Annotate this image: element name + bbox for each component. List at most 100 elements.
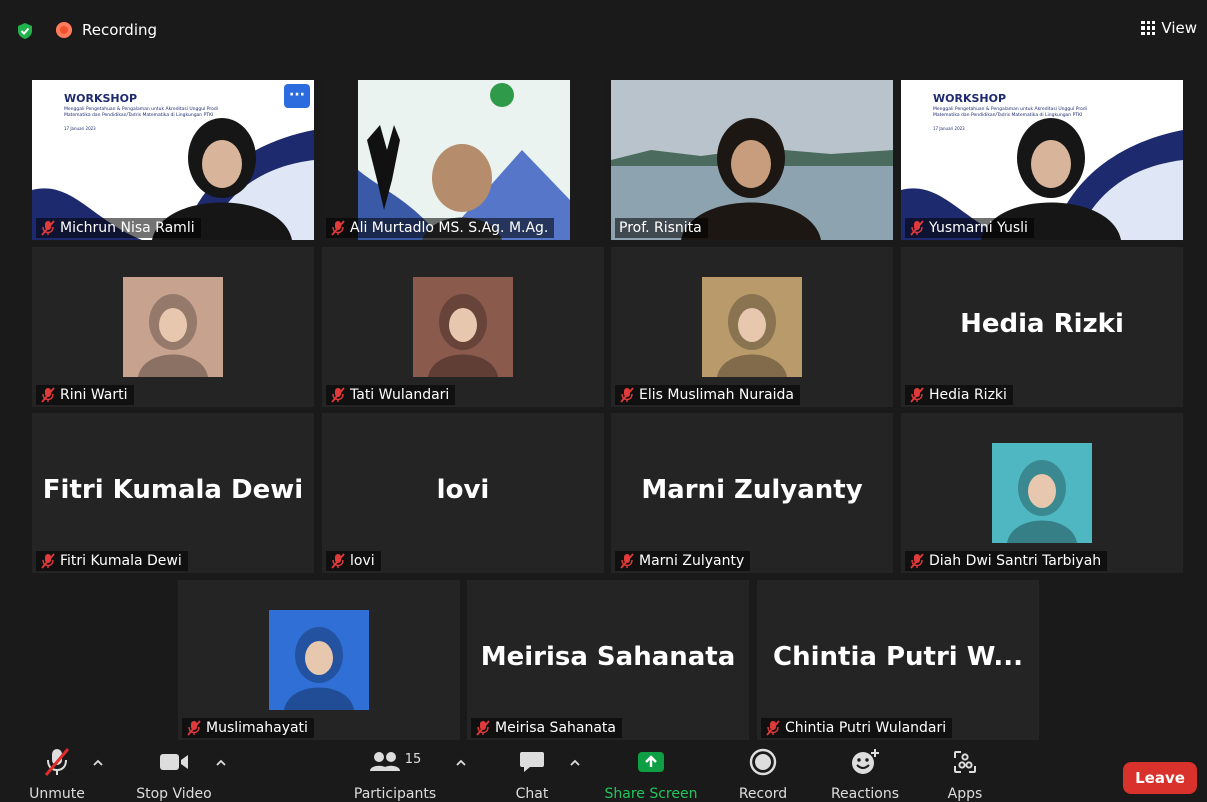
record-button[interactable]: Record — [733, 745, 793, 802]
participant-tile[interactable]: Muslimahayati — [178, 580, 460, 740]
grid-view-icon — [1141, 21, 1156, 35]
mic-muted-icon — [331, 220, 345, 236]
shield-icon[interactable] — [16, 22, 34, 40]
participant-name: Rini Warti — [60, 387, 128, 403]
mic-muted-icon — [331, 553, 345, 569]
participant-name-tag: Hedia Rizki — [905, 385, 1013, 405]
participant-name-tag: Meirisa Sahanata — [471, 718, 622, 738]
participant-name: Yusmarni Yusli — [929, 220, 1028, 236]
chat-label: Chat — [515, 786, 549, 802]
participant-name: Chintia Putri Wulandari — [785, 720, 947, 736]
participant-video — [358, 80, 570, 240]
mic-muted-icon — [41, 220, 55, 236]
participant-tile[interactable]: Diah Dwi Santri Tarbiyah — [901, 413, 1183, 573]
participant-display-name: lovi — [436, 475, 490, 505]
mic-muted-icon — [766, 720, 780, 736]
participant-name-tag: Elis Muslimah Nuraida — [615, 385, 800, 405]
participant-name-tag: Marni Zulyanty — [615, 551, 751, 571]
mic-muted-icon — [187, 720, 201, 736]
chat-bubble-icon — [520, 752, 544, 772]
apps-label: Apps — [947, 786, 983, 802]
participant-name: Meirisa Sahanata — [495, 720, 616, 736]
participant-video — [681, 118, 821, 240]
share-screen-label: Share Screen — [604, 786, 698, 802]
stop-video-button[interactable]: Stop Video — [133, 745, 215, 802]
recording-indicator[interactable]: Recording — [56, 21, 157, 39]
mic-muted-icon — [910, 220, 924, 236]
participant-tile[interactable]: Marni Zulyanty Marni Zulyanty — [611, 413, 893, 573]
video-camera-icon — [160, 754, 188, 770]
record-dot-icon — [56, 22, 72, 38]
participant-profile-photo — [992, 443, 1092, 543]
mic-muted-icon — [910, 387, 924, 403]
participants-icon — [369, 752, 400, 771]
participant-name: Fitri Kumala Dewi — [60, 553, 182, 569]
participant-name-tag: Rini Warti — [36, 385, 134, 405]
participant-profile-photo — [123, 277, 223, 377]
participant-tile[interactable]: Hedia Rizki Hedia Rizki — [901, 247, 1183, 407]
mic-muted-icon — [41, 387, 55, 403]
unmute-label: Unmute — [29, 786, 85, 802]
meeting-toolbar: Unmute Stop Video 15 Participants Chat S… — [0, 745, 1207, 802]
participant-name-tag: Michrun Nisa Ramli — [36, 218, 201, 238]
mic-muted-icon — [620, 387, 634, 403]
mic-muted-icon — [44, 748, 70, 776]
participant-name: Muslimahayati — [206, 720, 308, 736]
mic-muted-icon — [620, 553, 634, 569]
participant-profile-photo — [413, 277, 513, 377]
chat-button[interactable]: Chat — [502, 745, 562, 802]
record-label: Record — [738, 786, 788, 802]
chevron-up-icon[interactable] — [92, 757, 104, 769]
apps-button[interactable]: Apps — [938, 745, 992, 802]
chevron-up-icon[interactable] — [569, 757, 581, 769]
reactions-emoji-icon — [852, 749, 879, 774]
participant-tile[interactable]: Fitri Kumala Dewi Fitri Kumala Dewi — [32, 413, 314, 573]
leave-button[interactable]: Leave — [1123, 762, 1197, 794]
participant-display-name: Meirisa Sahanata — [480, 642, 736, 672]
view-button[interactable]: View — [1141, 19, 1197, 37]
stop-video-label: Stop Video — [136, 786, 212, 802]
participant-name: Elis Muslimah Nuraida — [639, 387, 794, 403]
participant-name: Hedia Rizki — [929, 387, 1007, 403]
participant-name: Tati Wulandari — [350, 387, 450, 403]
participant-name: Ali Murtadlo MS. S.Ag. M.Ag. — [350, 220, 549, 236]
participant-video — [152, 118, 292, 240]
chevron-up-icon[interactable] — [455, 757, 467, 769]
participant-tile[interactable]: Rini Warti — [32, 247, 314, 407]
participant-profile-photo — [702, 277, 802, 377]
participant-name: Marni Zulyanty — [639, 553, 745, 569]
participant-name-tag: lovi — [326, 551, 381, 571]
participant-tile[interactable]: Meirisa Sahanata Meirisa Sahanata — [467, 580, 749, 740]
participants-button[interactable]: 15 Participants — [350, 745, 440, 802]
participant-tile[interactable]: lovi lovi — [322, 413, 604, 573]
mic-muted-icon — [910, 553, 924, 569]
more-options-button[interactable]: ··· — [284, 84, 310, 108]
participants-label: Participants — [353, 786, 437, 802]
participant-tile[interactable]: WORKSHOP Menggali Pengetahuan & Pengalama… — [901, 80, 1183, 240]
participant-name-tag: Yusmarni Yusli — [905, 218, 1034, 238]
participant-tile[interactable]: Chintia Putri W... Chintia Putri Wulandar… — [757, 580, 1039, 740]
participant-display-name: Chintia Putri W... — [773, 642, 1023, 672]
share-screen-icon — [638, 752, 664, 772]
chevron-up-icon[interactable] — [215, 757, 227, 769]
participant-tile[interactable]: Elis Muslimah Nuraida — [611, 247, 893, 407]
participant-tile[interactable]: Ali Murtadlo MS. S.Ag. M.Ag. — [322, 80, 604, 240]
share-screen-button[interactable]: Share Screen — [600, 745, 702, 802]
participant-tile[interactable]: Tati Wulandari — [322, 247, 604, 407]
participant-display-name: Hedia Rizki — [960, 309, 1124, 339]
participant-name-tag: Tati Wulandari — [326, 385, 456, 405]
participant-video — [981, 118, 1121, 240]
participant-tile[interactable]: Prof. Risnita — [611, 80, 893, 240]
participant-profile-photo — [269, 610, 369, 710]
participant-tile[interactable]: WORKSHOP Menggali Pengetahuan & Pengalama… — [32, 80, 314, 240]
participant-display-name: Marni Zulyanty — [641, 475, 863, 505]
unmute-button[interactable]: Unmute — [22, 745, 92, 802]
participant-name-tag: Prof. Risnita — [615, 218, 708, 238]
participant-name: Michrun Nisa Ramli — [60, 220, 195, 236]
apps-icon — [954, 751, 976, 773]
reactions-button[interactable]: Reactions — [826, 745, 904, 802]
participant-name-tag: Chintia Putri Wulandari — [761, 718, 953, 738]
participant-name-tag: Ali Murtadlo MS. S.Ag. M.Ag. — [326, 218, 555, 238]
participant-name: Diah Dwi Santri Tarbiyah — [929, 553, 1102, 569]
mic-muted-icon — [41, 553, 55, 569]
